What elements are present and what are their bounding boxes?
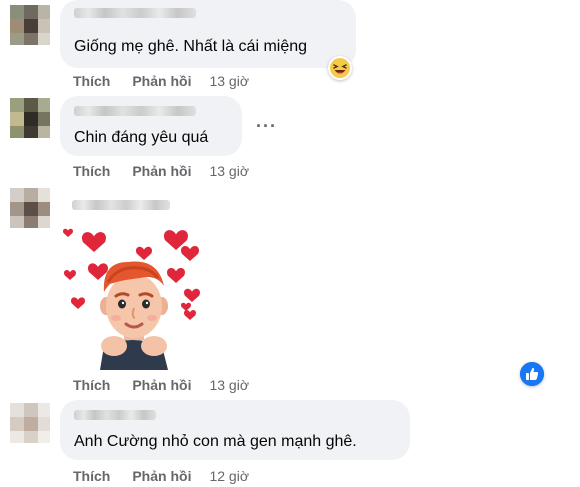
like-button[interactable]: Thích — [73, 377, 110, 393]
comment-bubble: Chin đáng yêu quá — [60, 96, 242, 156]
reply-button[interactable]: Phản hồi — [132, 163, 191, 179]
comment-text: Giống mẹ ghê. Nhất là cái miệng — [74, 38, 308, 55]
author-name-blurred[interactable] — [72, 200, 170, 210]
comment-text: Chin đáng yêu quá — [74, 129, 209, 146]
avatar[interactable] — [10, 403, 50, 443]
timestamp[interactable]: 13 giờ — [209, 377, 249, 393]
comment-text: Anh Cường nhỏ con mà gen mạnh ghê. — [74, 433, 357, 450]
laughing-face-icon[interactable] — [328, 56, 352, 80]
like-button[interactable]: Thích — [73, 73, 110, 89]
avatar[interactable] — [10, 98, 50, 138]
comment-bubble: Giống mẹ ghê. Nhất là cái miệng — [60, 0, 356, 68]
comment-actions: Thích Phản hồi 13 giờ — [73, 377, 249, 393]
like-thumb-icon[interactable] — [520, 362, 544, 386]
avatar[interactable] — [10, 188, 50, 228]
reply-button[interactable]: Phản hồi — [132, 468, 191, 484]
timestamp[interactable]: 13 giờ — [209, 73, 249, 89]
comment-bubble: Anh Cường nhỏ con mà gen mạnh ghê. — [60, 400, 410, 460]
timestamp[interactable]: 12 giờ — [209, 468, 249, 484]
more-options-icon[interactable]: ··· — [256, 116, 277, 137]
avatar-sticker-hearts[interactable] — [58, 222, 208, 370]
avatar[interactable] — [10, 5, 50, 45]
reply-button[interactable]: Phản hồi — [132, 377, 191, 393]
author-name-blurred[interactable] — [74, 8, 196, 18]
comment-actions: Thích Phản hồi 13 giờ — [73, 163, 249, 179]
author-name-blurred[interactable] — [74, 410, 156, 420]
comment-actions: Thích Phản hồi 12 giờ — [73, 468, 249, 484]
author-name-blurred[interactable] — [74, 106, 196, 116]
like-button[interactable]: Thích — [73, 468, 110, 484]
timestamp[interactable]: 13 giờ — [209, 163, 249, 179]
reply-button[interactable]: Phản hồi — [132, 73, 191, 89]
like-button[interactable]: Thích — [73, 163, 110, 179]
comment-actions: Thích Phản hồi 13 giờ — [73, 73, 249, 89]
